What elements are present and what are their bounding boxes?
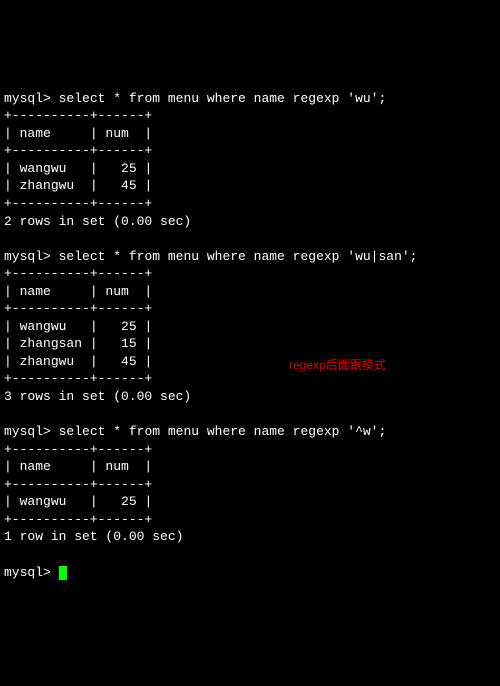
table-row: | zhangwu | 45 | [4,178,152,193]
table-border: +----------+------+ [4,196,152,211]
table-border: +----------+------+ [4,442,152,457]
table-row: | zhangwu | 45 | [4,354,152,369]
query-line-3: mysql> select * from menu where name reg… [4,424,386,439]
result-summary: 1 row in set (0.00 sec) [4,529,183,544]
mysql-prompt: mysql> [4,249,51,264]
table-row: | wangwu | 25 | [4,161,152,176]
mysql-prompt: mysql> [4,565,51,580]
sql-query: select * from menu where name regexp '^w… [59,424,387,439]
sql-query: select * from menu where name regexp 'wu… [59,249,418,264]
result-summary: 3 rows in set (0.00 sec) [4,389,191,404]
result-summary: 2 rows in set (0.00 sec) [4,214,191,229]
table-header: | name | num | [4,126,152,141]
query-line-1: mysql> select * from menu where name reg… [4,91,386,106]
table-row: | wangwu | 25 | [4,494,152,509]
table-header: | name | num | [4,284,152,299]
cursor-icon [59,566,67,580]
table-border: +----------+------+ [4,512,152,527]
table-row: | wangwu | 25 | [4,319,152,334]
final-prompt-line[interactable]: mysql> [4,565,67,580]
query-line-2: mysql> select * from menu where name reg… [4,249,417,264]
mysql-prompt: mysql> [4,424,51,439]
mysql-prompt: mysql> [4,91,51,106]
table-border: +----------+------+ [4,477,152,492]
table-row: | zhangsan | 15 | [4,336,152,351]
table-border: +----------+------+ [4,301,152,316]
table-border: +----------+------+ [4,266,152,281]
table-border: +----------+------+ [4,371,152,386]
terminal-output: mysql> select * from menu where name reg… [4,72,496,598]
table-header: | name | num | [4,459,152,474]
annotation-text: regexp后面跟模式 [289,357,386,373]
table-border: +----------+------+ [4,108,152,123]
table-border: +----------+------+ [4,143,152,158]
sql-query: select * from menu where name regexp 'wu… [59,91,387,106]
